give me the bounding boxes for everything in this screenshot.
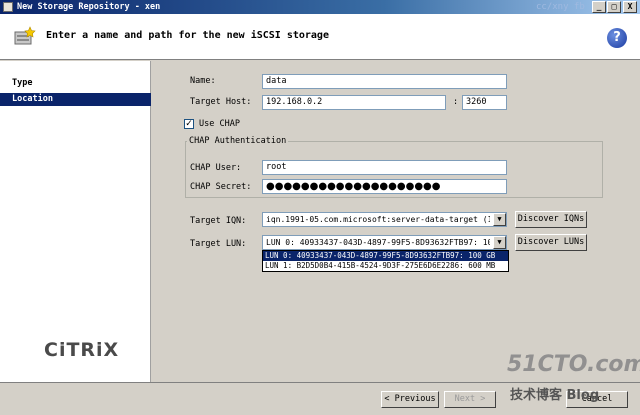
use-chap-checkbox[interactable]: ✓ (184, 119, 194, 129)
sidebar-item-location[interactable]: Location (0, 93, 151, 106)
chevron-down-icon[interactable]: ▼ (493, 236, 506, 249)
target-iqn-label: Target IQN: (190, 216, 247, 226)
target-lun-select[interactable]: LUN 0: 40933437-043D-4897-99F5-8D93632FT… (262, 235, 507, 250)
footer-divider (0, 382, 640, 383)
lun-option[interactable]: LUN 1: B2D5D0B4-415B-4524-9D3F-275E6D6E2… (263, 261, 508, 271)
port-separator: : (453, 97, 459, 107)
citrix-logo: CiTRiX (44, 339, 120, 361)
name-field[interactable]: data (262, 74, 507, 89)
previous-button[interactable]: < Previous (381, 391, 439, 408)
discover-iqns-button[interactable]: Discover IQNs (515, 211, 587, 228)
chevron-down-icon[interactable]: ▼ (493, 213, 506, 226)
close-button[interactable]: X (623, 1, 637, 13)
target-iqn-select[interactable]: iqn.1991-05.com.microsoft:server-data-ta… (262, 212, 507, 227)
next-button[interactable]: Next > (444, 391, 496, 408)
window-icon (3, 2, 13, 12)
help-icon[interactable]: ? (607, 28, 627, 48)
title-bar: New Storage Repository - xen cc/xny fb _… (0, 0, 640, 14)
name-label: Name: (190, 76, 216, 86)
target-lun-value: LUN 0: 40933437-043D-4897-99F5-8D93632FT… (266, 238, 490, 247)
discover-luns-button[interactable]: Discover LUNs (515, 234, 587, 251)
port-field[interactable]: 3260 (462, 95, 507, 110)
target-host-label: Target Host: (190, 97, 252, 107)
wizard-header: Enter a name and path for the new iSCSI … (0, 14, 640, 60)
target-host-field[interactable]: 192.168.0.2 (262, 95, 446, 110)
watermark-logo: 51CTO.com (507, 352, 640, 377)
use-chap-label[interactable]: Use CHAP (199, 118, 240, 130)
chap-user-label: CHAP User: (190, 163, 242, 173)
maximize-button[interactable]: □ (607, 1, 621, 13)
sidebar-item-label: Type (12, 78, 33, 88)
wizard-steps-sidebar: Type Location CiTRiX (0, 61, 151, 382)
sidebar-item-type[interactable]: Type (0, 77, 151, 90)
watermark-subtitle: 技术博客 Blog (510, 388, 600, 403)
target-lun-label: Target LUN: (190, 239, 247, 249)
minimize-button[interactable]: _ (592, 1, 606, 13)
sidebar-item-label: Location (12, 94, 53, 104)
chap-secret-field[interactable]: ●●●●●●●●●●●●●●●●●●●● (262, 179, 507, 194)
lun-option[interactable]: LUN 0: 40933437-043D-4897-99F5-8D93632FT… (263, 251, 508, 261)
chap-secret-label: CHAP Secret: (190, 182, 252, 192)
page-title: Enter a name and path for the new iSCSI … (46, 30, 329, 41)
storage-icon (14, 26, 36, 45)
watermark-text: cc/xny fb (536, 2, 585, 12)
window-title: New Storage Repository - xen (17, 2, 161, 12)
chap-user-field[interactable]: root (262, 160, 507, 175)
target-lun-dropdown-list: LUN 0: 40933437-043D-4897-99F5-8D93632FT… (262, 250, 509, 272)
target-iqn-value: iqn.1991-05.com.microsoft:server-data-ta… (266, 215, 490, 224)
chap-group-title: CHAP Authentication (187, 136, 289, 146)
